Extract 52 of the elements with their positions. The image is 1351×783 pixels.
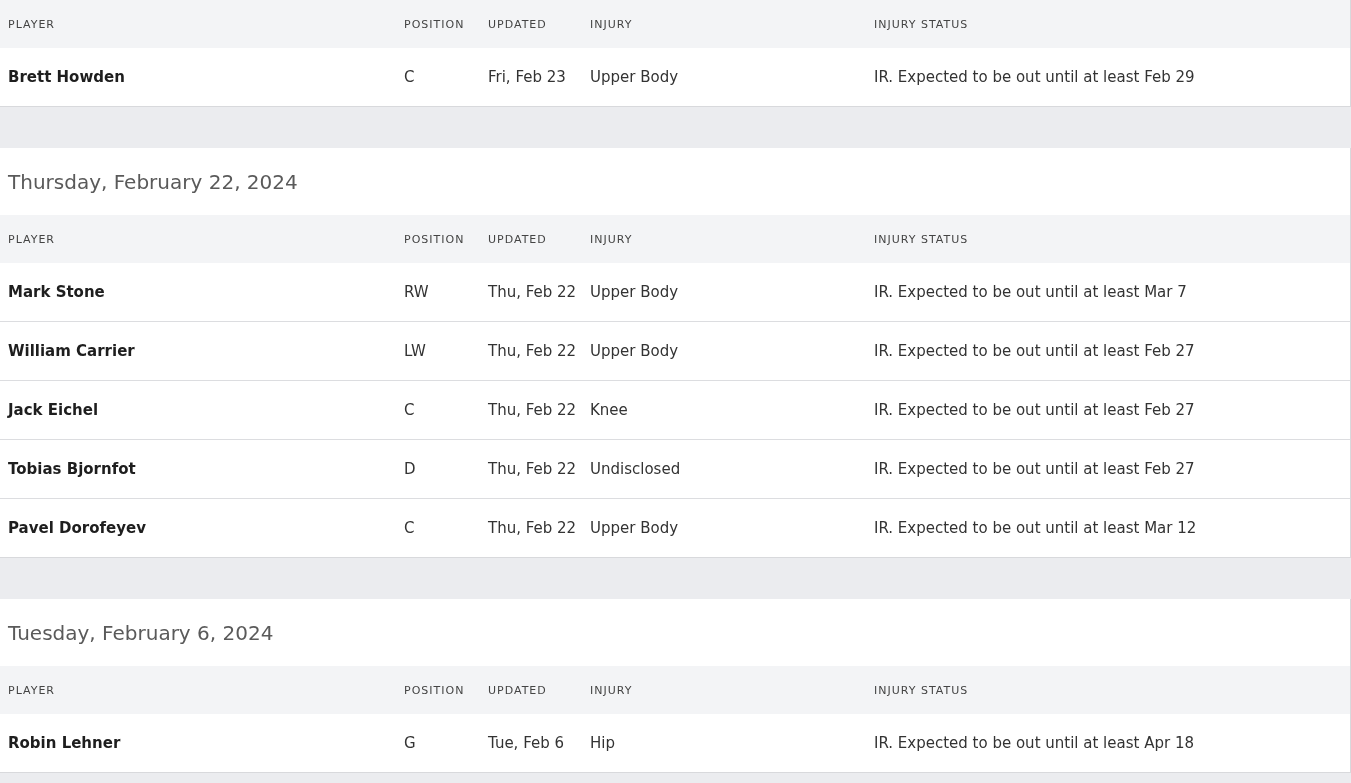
status-cell-text: IR. Expected to be out until at least Feb 27 (873, 342, 1196, 360)
updated-cell-text: Tue, Feb 6 (487, 734, 566, 752)
position-cell-text: D (403, 460, 417, 478)
column-header: INJURY STATUS (873, 683, 970, 697)
column-header: INJURY (589, 232, 634, 246)
status-cell-text: IR. Expected to be out until at least Feb 29 (873, 68, 1196, 86)
status-cell-text: IR. Expected to be out until at least Feb 27 (873, 401, 1196, 419)
player-cell-text: Jack Eichel (6, 401, 100, 419)
position-cell-text: G (403, 734, 417, 752)
column-header: INJURY STATUS (873, 17, 970, 31)
injury-cell-text: Knee (589, 401, 629, 419)
status-cell-text: IR. Expected to be out until at least Mar 7 (873, 283, 1188, 301)
injury-cell-text: Undisclosed (589, 460, 682, 478)
position-cell-text: LW (403, 342, 427, 360)
player-cell-text: Pavel Dorofeyev (7, 519, 147, 537)
column-header: INJURY (589, 683, 634, 697)
injury-cell-text: Hip (589, 734, 616, 752)
status-cell-text: IR. Expected to be out until at least Apr 18 (873, 734, 1195, 752)
position-cell-text: C (403, 68, 416, 86)
column-header: UPDATED (487, 17, 548, 31)
player-cell-text: Tobias Bjornfot (7, 460, 137, 478)
updated-cell-text: Fri, Feb 23 (487, 68, 567, 86)
position-cell-text: RW (403, 283, 430, 301)
injury-cell-text: Upper Body (589, 283, 680, 301)
column-header: PLAYER (7, 232, 56, 246)
updated-cell-text: Thu, Feb 22 (487, 342, 578, 360)
player-cell-text: Robin Lehner (7, 734, 122, 752)
status-cell-text: IR. Expected to be out until at least Feb 27 (873, 460, 1196, 478)
updated-cell-text: Thu, Feb 22 (487, 460, 578, 478)
injury-cell-text: Upper Body (589, 342, 680, 360)
column-header: INJURY (589, 17, 634, 31)
position-cell-text: C (403, 519, 416, 537)
column-header: UPDATED (487, 683, 548, 697)
player-cell-text: Brett Howden (7, 68, 126, 86)
column-header: PLAYER (7, 17, 56, 31)
date-heading: Tuesday, February 6, 2024 (8, 620, 274, 645)
status-cell-text: IR. Expected to be out until at least Mar 12 (873, 519, 1198, 537)
player-cell-text: William Carrier (7, 342, 136, 360)
column-header: POSITION (403, 683, 466, 697)
player-cell-text: Mark Stone (7, 283, 106, 301)
column-header: UPDATED (487, 232, 548, 246)
column-header: POSITION (403, 17, 466, 31)
updated-cell-text: Thu, Feb 22 (487, 283, 578, 301)
date-heading: Thursday, February 22, 2024 (8, 169, 298, 194)
injury-cell-text: Upper Body (589, 68, 680, 86)
position-cell-text: C (403, 401, 416, 419)
injury-cell-text: Upper Body (589, 519, 680, 537)
column-header: POSITION (403, 232, 466, 246)
column-header: PLAYER (7, 683, 56, 697)
column-header: INJURY STATUS (873, 232, 970, 246)
updated-cell-text: Thu, Feb 22 (487, 401, 578, 419)
updated-cell-text: Thu, Feb 22 (487, 519, 578, 537)
